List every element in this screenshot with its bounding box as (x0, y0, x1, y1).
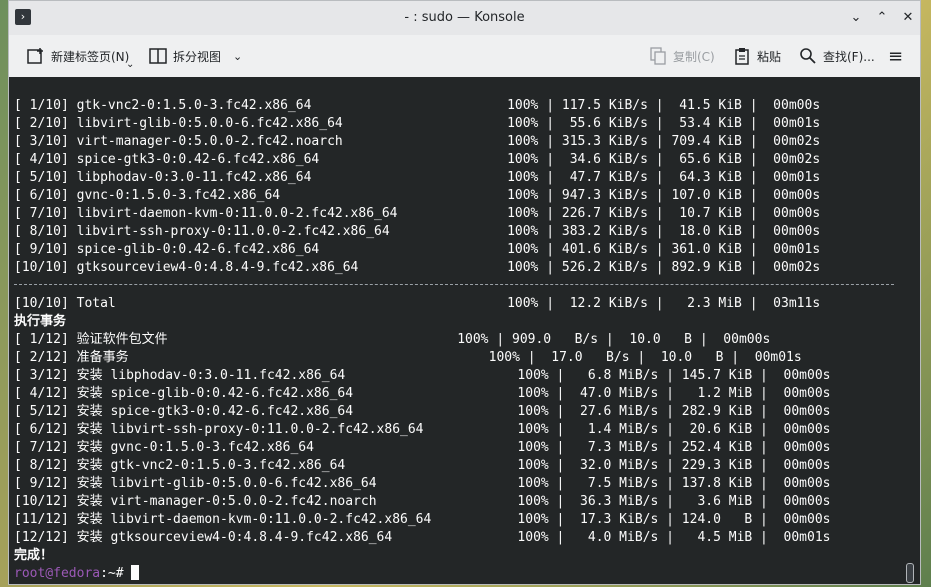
paste-icon (733, 47, 751, 65)
download-line: [ 9/10] spice-glib-0:0.42-6.fc42.x86_64 … (14, 242, 821, 257)
new-tab-icon (27, 47, 45, 65)
split-view-label: 拆分视图 (173, 49, 222, 64)
title-bar[interactable]: › - : sudo — Konsole ⌄ ⌃ ✕ (9, 1, 920, 35)
download-line: [10/10] gtksourceview4-0:4.8.4-9.fc42.x8… (14, 260, 821, 275)
download-line: [ 6/10] gvnc-0:1.5.0-3.fc42.x86_64 100% … (14, 188, 821, 203)
download-line: [ 2/10] libvirt-glib-0:5.0.0-6.fc42.x86_… (14, 116, 821, 131)
transaction-line: [11/12] 安装 libvirt-daemon-kvm-0:11.0.0-2… (14, 512, 831, 527)
transaction-line: [ 5/12] 安装 spice-gtk3-0:0.42-6.fc42.x86_… (14, 404, 831, 419)
hamburger-menu-icon[interactable]: ≡ (888, 44, 903, 68)
download-line: [ 5/10] libphodav-0:3.0-11.fc42.x86_64 1… (14, 170, 821, 185)
separator-line (14, 284, 894, 285)
paste-button[interactable]: 粘贴 (733, 44, 781, 68)
copy-icon (649, 47, 667, 65)
download-line: [ 3/10] virt-manager-0:5.0.0-2.fc42.noar… (14, 134, 821, 149)
prompt-line[interactable]: root@fedora:~# (14, 565, 140, 583)
transaction-line: [ 7/12] 安装 gvnc-0:1.5.0-3.fc42.x86_64 10… (14, 440, 831, 455)
scrollbar-thumb[interactable] (906, 563, 914, 583)
download-line: [ 1/10] gtk-vnc2-0:1.5.0-3.fc42.x86_64 1… (14, 98, 821, 113)
copy-label: 复制(C) (673, 49, 715, 64)
prompt-path: :~# (100, 566, 132, 581)
new-tab-label: 新建标签页(N) (51, 49, 130, 64)
prompt-user-host: root@fedora (14, 566, 101, 581)
transaction-line: [ 1/12] 验证软件包文件 100% | 909.0 B/s | 10.0 … (14, 332, 771, 347)
split-view-icon (149, 47, 167, 65)
maximize-button[interactable]: ⌃ (872, 8, 892, 28)
close-button[interactable]: ✕ (898, 8, 918, 28)
download-line: [ 4/10] spice-gtk3-0:0.42-6.fc42.x86_64 … (14, 152, 821, 167)
transaction-line: [ 3/12] 安装 libphodav-0:3.0-11.fc42.x86_6… (14, 368, 831, 383)
transaction-line: [12/12] 安装 gtksourceview4-0:4.8.4-9.fc42… (14, 530, 831, 545)
download-line: [ 8/10] libvirt-ssh-proxy-0:11.0.0-2.fc4… (14, 224, 821, 239)
copy-button[interactable]: 复制(C) (649, 44, 715, 68)
new-tab-button[interactable]: 新建标签页(N) (27, 44, 129, 68)
paste-label: 粘贴 (757, 49, 782, 64)
download-line: [ 7/10] libvirt-daemon-kvm-0:11.0.0-2.fc… (14, 206, 821, 221)
find-label: 查找(F)... (823, 49, 875, 64)
transaction-line: [ 4/12] 安装 spice-glib-0:0.42-6.fc42.x86_… (14, 386, 831, 401)
new-tab-dropdown-icon[interactable]: ⌄ (126, 59, 134, 70)
toolbar: 新建标签页(N) ⌄ 拆分视图 ⌄ 复制(C) 粘贴 查找(F)... ≡ (9, 35, 920, 77)
transaction-line: [ 6/12] 安装 libvirt-ssh-proxy-0:11.0.0-2.… (14, 422, 831, 437)
find-button[interactable]: 查找(F)... (799, 44, 875, 68)
search-icon (799, 47, 817, 65)
split-view-button[interactable]: 拆分视图 ⌄ (149, 44, 242, 68)
konsole-window: › - : sudo — Konsole ⌄ ⌃ ✕ 新建标签页(N) ⌄ 拆分… (8, 0, 921, 585)
done-line: 完成！ (14, 548, 54, 563)
minimize-button[interactable]: ⌄ (846, 8, 866, 28)
split-view-chevron-down-icon: ⌄ (233, 49, 243, 63)
window-title: - : sudo — Konsole (404, 10, 525, 25)
total-line: [10/10] Total 100% | 12.2 KiB/s | 2.3 Mi… (14, 296, 821, 311)
terminal-view[interactable]: [ 1/10] gtk-vnc2-0:1.5.0-3.fc42.x86_64 1… (9, 77, 920, 584)
exec-header: 执行事务 (14, 314, 67, 329)
transaction-line: [ 8/12] 安装 gtk-vnc2-0:1.5.0-3.fc42.x86_6… (14, 458, 831, 473)
transaction-line: [ 2/12] 准备事务 100% | 17.0 B/s | 10.0 B | … (14, 350, 802, 365)
transaction-line: [ 9/12] 安装 libvirt-glib-0:5.0.0-6.fc42.x… (14, 476, 831, 491)
transaction-line: [10/12] 安装 virt-manager-0:5.0.0-2.fc42.n… (14, 494, 831, 509)
text-cursor (131, 565, 140, 580)
